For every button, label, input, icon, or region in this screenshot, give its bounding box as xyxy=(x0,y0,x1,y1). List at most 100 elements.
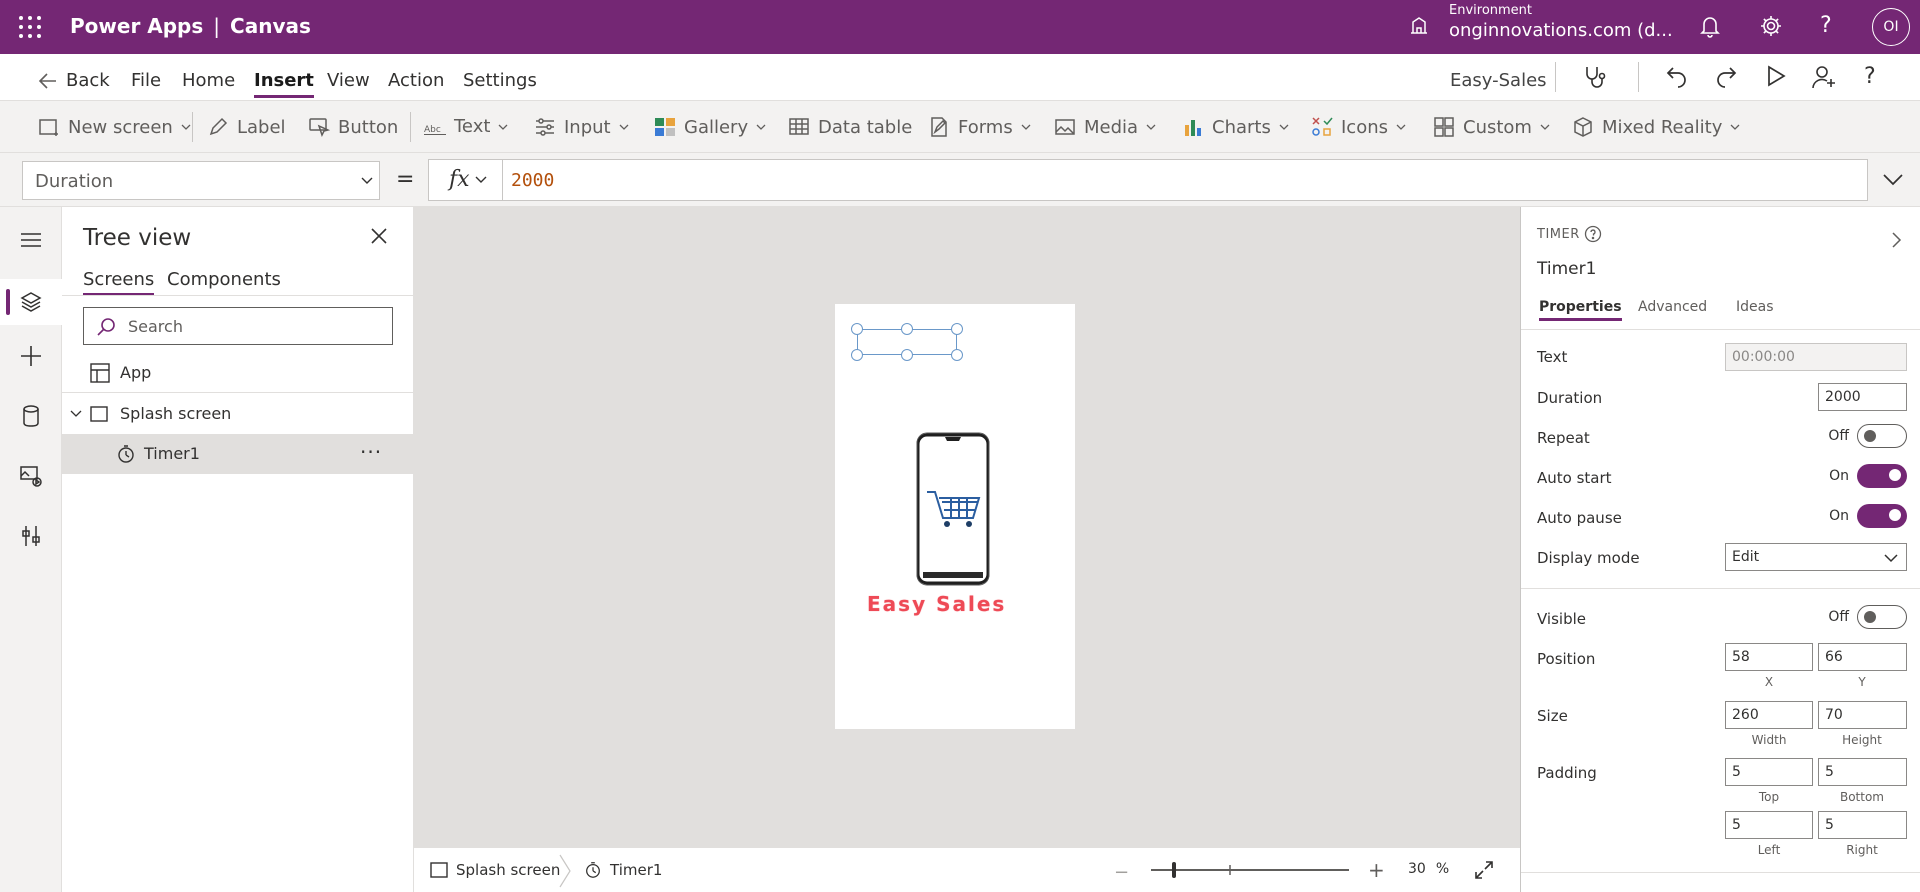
tree-search-input[interactable]: Search xyxy=(83,307,393,345)
environment-name[interactable]: onginnovations.com (d... xyxy=(1449,20,1673,41)
property-dropdown[interactable]: Duration xyxy=(22,161,380,200)
preview-play-icon[interactable] xyxy=(1765,64,1787,88)
resize-handle[interactable] xyxy=(951,349,963,361)
tab-advanced[interactable]: Advanced xyxy=(1638,299,1707,315)
insert-label-button[interactable]: Label xyxy=(207,116,286,138)
insert-forms-button[interactable]: Forms xyxy=(928,116,1031,138)
height-input[interactable]: 70 xyxy=(1818,701,1907,729)
menu-insert[interactable]: Insert xyxy=(254,70,314,98)
fit-to-screen-icon[interactable] xyxy=(1474,860,1494,880)
media-icon[interactable] xyxy=(18,463,44,489)
resize-handle[interactable] xyxy=(901,323,913,335)
input-sliders-icon xyxy=(536,118,554,136)
chevron-down-icon[interactable] xyxy=(70,409,82,419)
menu-settings[interactable]: Settings xyxy=(463,70,537,91)
tree-item-app[interactable]: App xyxy=(62,353,414,393)
zoom-readout: 30 % xyxy=(1408,861,1449,877)
chevron-down-icon xyxy=(1884,554,1898,563)
padding-top-input[interactable]: 5 xyxy=(1725,758,1813,786)
insert-mixed-reality-button[interactable]: Mixed Reality xyxy=(1572,116,1740,138)
charts-label: Charts xyxy=(1212,116,1271,138)
app-launcher-icon[interactable] xyxy=(18,15,42,39)
padding-left-input[interactable]: 5 xyxy=(1725,811,1813,839)
breadcrumb-screen[interactable]: Splash screen xyxy=(430,861,560,879)
position-x-input[interactable]: 58 xyxy=(1725,643,1813,671)
resize-handle[interactable] xyxy=(901,349,913,361)
autostart-toggle[interactable] xyxy=(1857,464,1907,488)
easy-sales-logo-text: Easy Sales xyxy=(867,592,1007,616)
autopause-toggle[interactable] xyxy=(1857,504,1907,528)
phone-cart-image[interactable] xyxy=(915,432,991,586)
insert-button-button[interactable]: Button xyxy=(308,116,398,138)
expand-formula-chevron-icon[interactable] xyxy=(1882,173,1904,187)
settings-gear-icon[interactable] xyxy=(1759,14,1783,38)
display-mode-dropdown[interactable]: Edit xyxy=(1725,543,1907,571)
tab-ideas[interactable]: Ideas xyxy=(1736,299,1774,315)
insert-media-button[interactable]: Media xyxy=(1054,116,1156,138)
zoom-slider[interactable] xyxy=(1149,860,1351,880)
menu-file[interactable]: File xyxy=(131,70,161,91)
autopause-state: On xyxy=(1829,508,1849,524)
duration-label: Duration xyxy=(1537,389,1603,407)
environment-icon[interactable] xyxy=(1408,14,1430,36)
splash-screen-canvas[interactable]: Easy Sales xyxy=(835,304,1075,729)
help-icon[interactable]: ? xyxy=(1820,14,1832,38)
share-user-icon[interactable] xyxy=(1811,64,1837,90)
advanced-tools-icon[interactable] xyxy=(18,523,44,549)
zoom-in-icon[interactable]: + xyxy=(1368,858,1385,882)
zoom-out-icon[interactable]: − xyxy=(1114,862,1129,883)
tree-item-splash-screen[interactable]: Splash screen xyxy=(62,394,414,434)
help-question-icon[interactable]: ? xyxy=(1864,64,1876,89)
data-cylinder-icon[interactable] xyxy=(18,403,44,429)
visible-toggle[interactable] xyxy=(1857,605,1907,629)
close-icon[interactable] xyxy=(370,227,388,245)
text-label: Text xyxy=(454,116,491,137)
breadcrumb-control[interactable]: Timer1 xyxy=(584,861,662,879)
timer-stopwatch-icon xyxy=(586,862,600,878)
insert-plus-icon[interactable] xyxy=(18,343,44,369)
repeat-toggle[interactable] xyxy=(1857,424,1907,448)
tree-view-layers-icon[interactable] xyxy=(18,289,44,315)
menu-view[interactable]: View xyxy=(327,70,370,91)
insert-data-table-button[interactable]: Data table xyxy=(788,116,912,138)
resize-handle[interactable] xyxy=(851,349,863,361)
text-property-input[interactable]: 00:00:00 xyxy=(1725,343,1907,371)
menu-home[interactable]: Home xyxy=(182,70,235,91)
width-input[interactable]: 260 xyxy=(1725,701,1813,729)
padding-right-input[interactable]: 5 xyxy=(1818,811,1907,839)
info-help-icon[interactable] xyxy=(1584,225,1602,243)
tree-item-timer1[interactable]: Timer1 ··· xyxy=(62,434,414,474)
back-button[interactable]: Back xyxy=(38,70,110,91)
timer-stopwatch-icon xyxy=(118,445,134,463)
insert-gallery-button[interactable]: Gallery xyxy=(654,116,766,138)
breadcrumb-control-label: Timer1 xyxy=(610,861,663,879)
tab-properties[interactable]: Properties xyxy=(1539,299,1622,321)
app-checker-stethoscope-icon[interactable] xyxy=(1582,64,1608,90)
hamburger-menu-icon[interactable] xyxy=(18,227,44,253)
insert-custom-button[interactable]: Custom xyxy=(1433,116,1550,138)
tab-components[interactable]: Components xyxy=(167,269,281,290)
formula-editor[interactable]: fx 2000 xyxy=(428,159,1868,201)
tab-screens[interactable]: Screens xyxy=(83,269,155,296)
insert-text-button[interactable]: Abc Text xyxy=(424,116,508,137)
insert-icons-button[interactable]: Icons xyxy=(1311,116,1406,138)
more-options-icon[interactable]: ··· xyxy=(360,440,382,464)
user-avatar[interactable]: OI xyxy=(1872,8,1910,46)
padding-bottom-input[interactable]: 5 xyxy=(1818,758,1907,786)
new-screen-button[interactable]: New screen xyxy=(38,116,191,138)
undo-icon[interactable] xyxy=(1665,64,1689,88)
formula-value[interactable]: 2000 xyxy=(511,170,554,191)
resize-handle[interactable] xyxy=(951,323,963,335)
position-y-input[interactable]: 66 xyxy=(1818,643,1907,671)
control-name[interactable]: Timer1 xyxy=(1537,259,1596,279)
notifications-icon[interactable] xyxy=(1699,14,1721,38)
duration-input[interactable]: 2000 xyxy=(1818,383,1907,411)
redo-icon[interactable] xyxy=(1714,64,1738,88)
resize-handle[interactable] xyxy=(851,323,863,335)
insert-input-button[interactable]: Input xyxy=(534,116,629,138)
menu-action[interactable]: Action xyxy=(388,70,444,91)
function-button[interactable]: fx xyxy=(429,160,503,200)
insert-charts-button[interactable]: Charts xyxy=(1182,116,1289,138)
chevron-right-icon[interactable] xyxy=(1891,231,1903,249)
app-name-label[interactable]: Easy-Sales xyxy=(1450,70,1547,91)
